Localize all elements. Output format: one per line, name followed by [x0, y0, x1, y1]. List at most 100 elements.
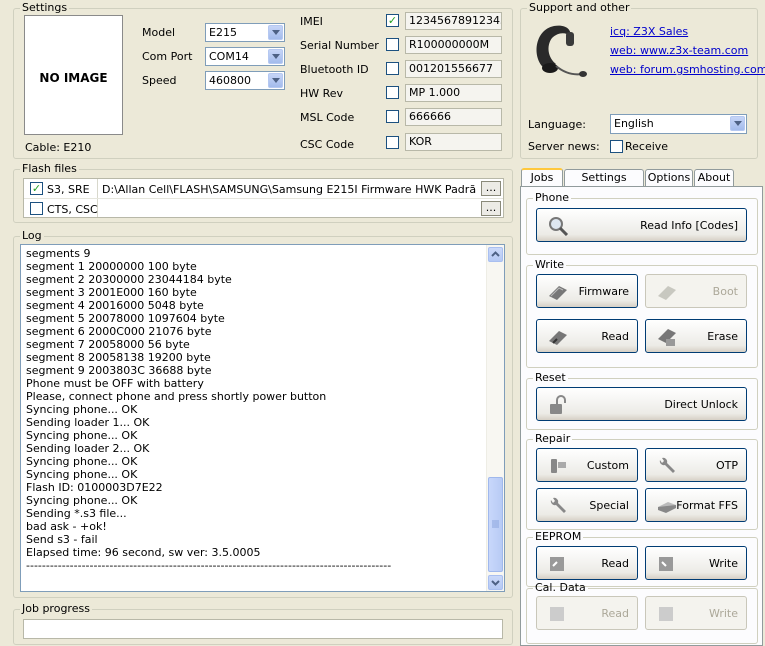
web-z3x-link[interactable]: web: www.z3x-team.com: [610, 44, 748, 57]
erase-button[interactable]: Erase: [645, 319, 747, 353]
com-port-label: Com Port: [142, 50, 193, 63]
msl-code-label: MSL Code: [300, 111, 355, 124]
log-line: segment 2 20300000 23044184 byte: [26, 273, 232, 286]
receive-label[interactable]: Receive: [625, 140, 668, 153]
chevron-down-icon[interactable]: [730, 116, 745, 131]
chevron-down-icon[interactable]: [268, 73, 283, 88]
speed-label: Speed: [142, 74, 177, 87]
write-read-button[interactable]: Read: [536, 319, 638, 353]
msl-code-field[interactable]: 666666: [405, 108, 502, 126]
flash-files-legend: Flash files: [22, 162, 77, 175]
csc-code-field[interactable]: KOR: [405, 133, 502, 151]
settings-legend: Settings: [22, 1, 68, 14]
cts-csc-label: CTS, CSC: [47, 203, 98, 216]
chevron-up-icon: [491, 251, 500, 257]
direct-unlock-button[interactable]: Direct Unlock: [536, 387, 747, 421]
tab-about[interactable]: About: [694, 169, 734, 186]
cts-csc-checkbox[interactable]: [30, 202, 43, 215]
receive-checkbox[interactable]: [610, 140, 623, 153]
msl-code-checkbox[interactable]: [386, 110, 399, 123]
serial-number-field[interactable]: R100000000M: [405, 36, 502, 54]
tab-settings-model[interactable]: Settings model: [564, 169, 644, 200]
cal-data-read-button[interactable]: Read: [536, 596, 638, 630]
imei-field[interactable]: 12345678912345: [405, 12, 502, 30]
wrench-icon: [550, 497, 566, 513]
chevron-down-icon[interactable]: [268, 49, 283, 64]
web-forum-link[interactable]: web: forum.gsmhosting.com: [610, 63, 765, 76]
boot-button[interactable]: Boot: [645, 274, 747, 308]
log-line: segment 6 2000C000 21076 byte: [26, 325, 212, 338]
csc-code-checkbox[interactable]: [386, 136, 399, 149]
support-legend: Support and other: [529, 1, 630, 14]
firmware-button[interactable]: Firmware: [536, 274, 638, 308]
eeprom-read-icon: [550, 557, 564, 571]
log-line: segment 5 20078000 1097604 byte: [26, 312, 225, 325]
model-value: E215: [209, 26, 237, 39]
serial-number-checkbox[interactable]: [386, 38, 399, 51]
cal-data-write-label: Write: [708, 607, 738, 620]
format-ffs-button[interactable]: Format FFS: [645, 488, 747, 522]
tab-options[interactable]: Options: [645, 169, 693, 186]
special-label: Special: [589, 499, 629, 512]
eeprom-read-label: Read: [601, 557, 629, 570]
s3-sre-checkbox[interactable]: ✓: [30, 182, 43, 195]
model-select[interactable]: E215: [205, 23, 285, 42]
s3-sre-browse-button[interactable]: ...: [481, 181, 501, 196]
eeprom-write-icon: [659, 557, 673, 571]
log-line: Syncing phone... OK: [26, 455, 138, 468]
format-ffs-label: Format FFS: [676, 499, 738, 512]
com-port-select[interactable]: COM14: [205, 47, 285, 66]
log-line: Syncing phone... OK: [26, 403, 138, 416]
log-line: segment 1 20000000 100 byte: [26, 260, 197, 273]
reset-legend: Reset: [535, 371, 566, 384]
log-line: ----------------------------------------…: [26, 559, 392, 572]
hw-rev-checkbox[interactable]: [386, 86, 399, 99]
log-line: Please, connect phone and press shortly …: [26, 390, 327, 403]
hw-rev-label: HW Rev: [300, 87, 344, 100]
cts-csc-browse-button[interactable]: ...: [481, 201, 501, 216]
disk-format-icon: [658, 502, 676, 513]
cal-read-icon: [550, 607, 564, 621]
no-image-text: NO IMAGE: [39, 71, 108, 85]
log-scrollbar[interactable]: [486, 245, 504, 591]
custom-label: Custom: [586, 459, 629, 472]
icq-link[interactable]: icq: Z3X Sales: [610, 25, 688, 38]
imei-label: IMEI: [300, 15, 323, 28]
erase-label: Erase: [707, 330, 738, 343]
write-read-label: Read: [601, 330, 629, 343]
read-info-button[interactable]: Read Info [Codes]: [536, 208, 747, 242]
scroll-down-button[interactable]: [488, 575, 503, 590]
speed-select[interactable]: 460800: [205, 71, 285, 90]
language-value: English: [614, 117, 654, 130]
tools-icon: [551, 459, 566, 473]
tab-jobs[interactable]: Jobs: [521, 168, 563, 187]
bluetooth-id-field[interactable]: 001201556677: [405, 60, 502, 78]
s3-sre-path[interactable]: D:\Allan Cell\FLASH\SAMSUNG\Samsung E215…: [102, 183, 476, 196]
otp-button[interactable]: OTP: [645, 448, 747, 482]
log-legend: Log: [22, 229, 42, 242]
custom-button[interactable]: Custom: [536, 448, 638, 482]
otp-label: OTP: [715, 459, 738, 472]
log-line: segment 9 2003803C 36688 byte: [26, 364, 212, 377]
eeprom-read-button[interactable]: Read: [536, 546, 638, 580]
eeprom-write-button[interactable]: Write: [645, 546, 747, 580]
phone-image-placeholder: NO IMAGE: [24, 15, 123, 135]
com-port-value: COM14: [209, 50, 249, 63]
firmware-label: Firmware: [578, 285, 629, 298]
log-line: segments 9: [26, 247, 91, 260]
repair-legend: Repair: [535, 432, 571, 445]
log-textarea[interactable]: segments 9 segment 1 20000000 100 byte seg…: [20, 244, 505, 592]
imei-checkbox[interactable]: ✓: [386, 14, 399, 27]
chevron-down-icon[interactable]: [268, 25, 283, 40]
scroll-thumb[interactable]: [488, 477, 503, 572]
cal-data-write-button[interactable]: Write: [645, 596, 747, 630]
special-button[interactable]: Special: [536, 488, 638, 522]
bluetooth-id-checkbox[interactable]: [386, 62, 399, 75]
language-select[interactable]: English: [610, 114, 747, 134]
scroll-up-button[interactable]: [488, 247, 503, 262]
boot-label: Boot: [712, 285, 738, 298]
eeprom-write-label: Write: [708, 557, 738, 570]
serial-number-label: Serial Number: [300, 39, 379, 52]
wrench-icon: [659, 457, 675, 473]
hw-rev-field[interactable]: MP 1.000: [405, 84, 502, 102]
